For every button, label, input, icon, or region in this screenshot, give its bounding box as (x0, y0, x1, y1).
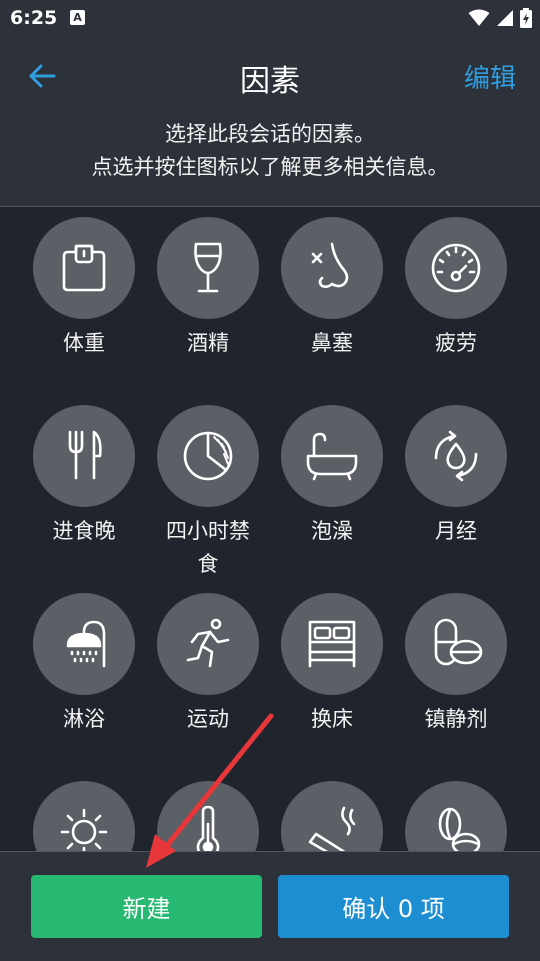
pills-icon (434, 618, 483, 666)
factor-tile-weight[interactable]: 体重 (22, 207, 146, 360)
confirm-button[interactable]: 确认 0 项 (278, 875, 509, 938)
sun-icon (60, 808, 108, 851)
factor-label: 镇静剂 (424, 707, 488, 731)
fork-knife-icon (68, 430, 102, 480)
notification-a-icon: A (70, 10, 85, 25)
runner-icon (186, 618, 230, 668)
signal-icon (497, 10, 513, 26)
status-time: 6:25 (10, 7, 58, 29)
factor-tile-sun[interactable] (22, 771, 146, 851)
factor-circle[interactable] (405, 217, 507, 319)
new-button[interactable]: 新建 (31, 875, 262, 938)
factor-tile-sedative[interactable]: 镇静剂 (394, 583, 518, 736)
factor-tile-shower[interactable]: 淋浴 (22, 583, 146, 736)
bed-icon (308, 620, 356, 668)
factor-circle[interactable] (33, 405, 135, 507)
factor-tile-late-meal[interactable]: 进食晚 (22, 395, 146, 548)
factor-tile-congestion[interactable]: 鼻塞 (270, 207, 394, 360)
nose-icon (311, 242, 349, 288)
gauge-icon (431, 243, 481, 293)
factor-label: 体重 (63, 331, 105, 355)
scale-icon (62, 244, 106, 292)
instruction-line-2: 点选并按住图标以了解更多相关信息。 (91, 155, 449, 179)
factor-label: 淋浴 (63, 707, 105, 731)
factor-circle[interactable] (157, 405, 259, 507)
factor-circle[interactable] (405, 593, 507, 695)
header: 因素 编辑 选择此段会话的因素。 点选并按住图标以了解更多相关信息。 (0, 36, 540, 207)
factor-circle[interactable] (281, 405, 383, 507)
factor-tile-exercise[interactable]: 运动 (146, 583, 270, 736)
factor-label: 酒精 (187, 331, 229, 355)
factor-tile-change-bed[interactable]: 换床 (270, 583, 394, 736)
thermometer-icon (196, 805, 220, 851)
factor-tile-bath[interactable]: 泡澡 (270, 395, 394, 548)
edit-button[interactable]: 编辑 (464, 58, 516, 95)
cigarette-icon (308, 806, 356, 851)
factor-circle[interactable] (33, 217, 135, 319)
status-bar: 6:25 A (0, 0, 540, 36)
wifi-icon (468, 9, 490, 26)
factor-tile-caffeine[interactable] (394, 771, 518, 851)
factor-circle[interactable] (33, 781, 135, 851)
factor-circle[interactable] (405, 405, 507, 507)
factor-label: 月经 (435, 519, 477, 543)
factor-grid: 体重 酒精 鼻塞 疲劳 进食晚 四小时禁食 泡澡 月经 淋浴 运动 换床 镇静剂 (0, 207, 540, 851)
factor-circle[interactable] (157, 217, 259, 319)
factor-circle[interactable] (405, 781, 507, 851)
factor-label: 进食晚 (52, 519, 116, 543)
clock-pie-icon (183, 431, 233, 481)
factor-label: 泡澡 (311, 519, 353, 543)
factor-label: 四小时禁食 (166, 519, 250, 576)
bathtub-icon (306, 432, 358, 481)
factor-circle[interactable] (281, 217, 383, 319)
shower-icon (66, 620, 106, 668)
page-title: 因素 (240, 64, 300, 99)
coffee-bean-icon (438, 807, 481, 851)
factor-label: 鼻塞 (311, 331, 353, 355)
notification-letter: A (73, 11, 82, 24)
factor-tile-alcohol[interactable]: 酒精 (146, 207, 270, 360)
factor-circle[interactable] (33, 593, 135, 695)
factor-circle[interactable] (281, 593, 383, 695)
factor-label: 疲劳 (435, 331, 477, 355)
factor-tile-fasting[interactable]: 四小时禁食 (146, 395, 270, 581)
factor-label: 运动 (187, 707, 229, 731)
factor-circle[interactable] (157, 593, 259, 695)
factor-label: 换床 (311, 707, 353, 731)
drop-cycle-icon (434, 430, 478, 482)
factor-circle[interactable] (157, 781, 259, 851)
factor-tile-period[interactable]: 月经 (394, 395, 518, 548)
factor-tile-smoking[interactable] (270, 771, 394, 851)
factor-tile-temperature[interactable] (146, 771, 270, 851)
wine-glass-icon (194, 242, 222, 293)
battery-icon (520, 8, 532, 28)
factor-tile-fatigue[interactable]: 疲劳 (394, 207, 518, 360)
bottom-action-bar: 新建 确认 0 项 (0, 851, 540, 961)
instructions: 选择此段会话的因素。 点选并按住图标以了解更多相关信息。 (0, 118, 540, 184)
factor-circle[interactable] (281, 781, 383, 851)
instruction-line-1: 选择此段会话的因素。 (165, 122, 375, 146)
